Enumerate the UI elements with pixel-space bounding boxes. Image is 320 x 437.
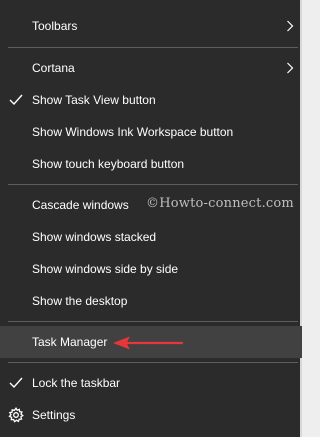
menu-item-label: Show the desktop bbox=[32, 294, 128, 308]
menu-item-label: Show touch keyboard button bbox=[32, 157, 185, 171]
checkmark-icon bbox=[9, 84, 23, 116]
menu-item-label: Toolbars bbox=[32, 19, 78, 33]
menu-item-label: Show windows side by side bbox=[32, 262, 179, 276]
menu-item-label: Lock the taskbar bbox=[32, 376, 121, 390]
menu-item-label: Show Task View button bbox=[32, 93, 156, 107]
menu-item-label: Task Manager bbox=[32, 335, 108, 349]
chevron-right-icon bbox=[286, 20, 294, 32]
menu-item-show-windows-side-by-side[interactable]: Show windows side by side bbox=[0, 253, 302, 285]
menu-separator bbox=[8, 362, 298, 363]
menu-item-show-touch-keyboard[interactable]: Show touch keyboard button bbox=[0, 148, 302, 180]
menu-item-settings[interactable]: Settings bbox=[0, 399, 302, 431]
watermark: ©Howto-connect.com bbox=[146, 196, 294, 211]
menu-item-label: Show windows stacked bbox=[32, 230, 157, 244]
menu-item-show-ink-workspace[interactable]: Show Windows Ink Workspace button bbox=[0, 116, 302, 148]
chevron-right-icon bbox=[286, 62, 294, 74]
menu-item-cortana[interactable]: Cortana bbox=[0, 52, 302, 84]
menu-item-show-task-view[interactable]: Show Task View button bbox=[0, 84, 302, 116]
menu-separator bbox=[8, 184, 298, 185]
gear-icon bbox=[8, 407, 24, 423]
menu-item-label: Cortana bbox=[32, 61, 75, 75]
menu-item-show-windows-stacked[interactable]: Show windows stacked bbox=[0, 221, 302, 253]
menu-item-label: Show Windows Ink Workspace button bbox=[32, 125, 234, 139]
menu-item-label: Cascade windows bbox=[32, 198, 129, 212]
menu-item-label: Settings bbox=[32, 408, 76, 422]
menu-separator bbox=[8, 47, 298, 48]
menu-item-lock-taskbar[interactable]: Lock the taskbar bbox=[0, 367, 302, 399]
red-arrow-icon bbox=[112, 334, 184, 352]
menu-item-toolbars[interactable]: Toolbars bbox=[0, 10, 302, 42]
menu-separator bbox=[8, 321, 298, 322]
taskbar-context-menu: Toolbars Cortana Show Task View button S… bbox=[0, 0, 302, 437]
menu-item-show-desktop[interactable]: Show the desktop bbox=[0, 285, 302, 317]
checkmark-icon bbox=[9, 367, 23, 399]
